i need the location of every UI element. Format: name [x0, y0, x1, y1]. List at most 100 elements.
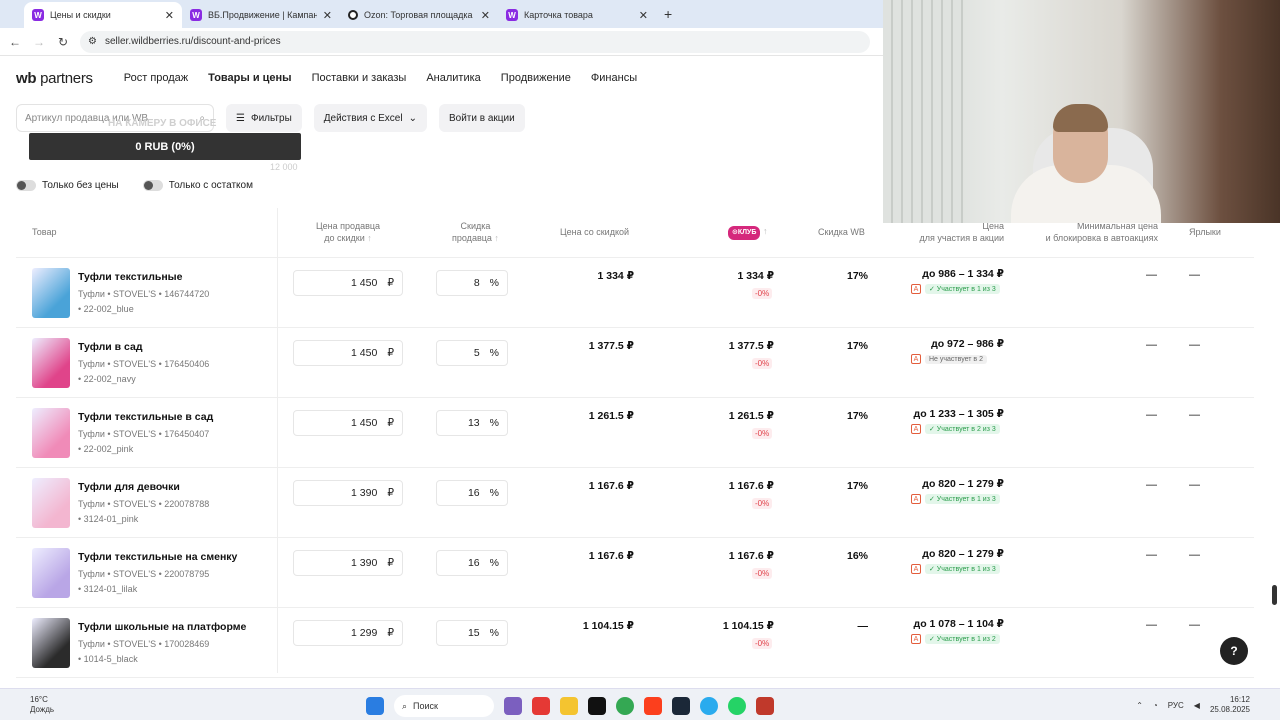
- browser-tab-prices[interactable]: W Цены и скидки ✕: [24, 2, 182, 28]
- nav-finance[interactable]: Финансы: [591, 72, 637, 84]
- min-price: —: [1146, 339, 1157, 351]
- seller-discount-input[interactable]: 8%: [436, 270, 508, 296]
- header-seller-price[interactable]: Цена продавца до скидки ↑: [316, 220, 380, 244]
- chevron-up-icon[interactable]: ⌃: [1136, 701, 1143, 710]
- join-promo-button[interactable]: Войти в акции: [438, 104, 525, 132]
- seller-price-input[interactable]: 1 299 ₽: [293, 620, 403, 646]
- product-image[interactable]: [32, 408, 70, 458]
- promo-price-range[interactable]: до 972 – 986 ₽: [876, 338, 1004, 350]
- windows-start-icon[interactable]: [366, 697, 384, 715]
- seller-discount-input[interactable]: 15%: [436, 620, 508, 646]
- promo-price-range[interactable]: до 986 – 1 334 ₽: [876, 268, 1004, 280]
- weather-widget[interactable]: 16°C Дождь: [30, 695, 54, 715]
- language-indicator[interactable]: РУС: [1168, 701, 1184, 710]
- whatsapp-icon[interactable]: [728, 697, 746, 715]
- close-icon[interactable]: ✕: [323, 9, 332, 22]
- nav-promotion[interactable]: Продвижение: [501, 72, 571, 84]
- taskbar-search[interactable]: ⌕ Поиск: [394, 695, 494, 717]
- toggle-no-price[interactable]: Только без цены: [16, 180, 119, 191]
- nav-products[interactable]: Товары и цены: [208, 72, 291, 84]
- seller-discount-input[interactable]: 5%: [436, 340, 508, 366]
- product-name[interactable]: Туфли школьные на платформе: [78, 621, 246, 633]
- seller-discount-input[interactable]: 16%: [436, 550, 508, 576]
- nav-analytics[interactable]: Аналитика: [426, 72, 480, 84]
- yandex-icon[interactable]: [532, 697, 550, 715]
- address-bar[interactable]: ⚙ seller.wildberries.ru/discount-and-pri…: [80, 30, 870, 53]
- wb-discount: 17%: [846, 340, 868, 352]
- promo-status[interactable]: A ✓ Участвует в 1 из 2: [911, 634, 1000, 644]
- product-image[interactable]: [32, 338, 70, 388]
- browser-tab-card[interactable]: W Карточка товара ✕: [498, 2, 656, 28]
- filters-button[interactable]: ☰ Фильтры: [226, 104, 302, 132]
- app-icon[interactable]: [756, 697, 774, 715]
- currency: ₽: [387, 417, 394, 429]
- chrome-icon[interactable]: [616, 697, 634, 715]
- nav-supplies[interactable]: Поставки и заказы: [312, 72, 407, 84]
- reload-icon[interactable]: ↻: [56, 35, 70, 49]
- product-name[interactable]: Туфли текстильные в сад: [78, 411, 213, 423]
- volume-icon[interactable]: ◀: [1194, 701, 1200, 710]
- wb-partners-logo[interactable]: wb partners: [16, 70, 93, 87]
- seller-price-input[interactable]: 1 390 ₽: [293, 550, 403, 576]
- yandex-browser-icon[interactable]: [644, 697, 662, 715]
- promo-price-range[interactable]: до 1 233 – 1 305 ₽: [876, 408, 1004, 420]
- scrollbar-thumb[interactable]: [1272, 585, 1277, 605]
- promo-status[interactable]: A ✓ Участвует в 1 из 3: [911, 494, 1000, 504]
- product-name[interactable]: Туфли текстильные: [78, 271, 183, 283]
- seller-discount-input[interactable]: 13%: [436, 410, 508, 436]
- help-button[interactable]: ?: [1220, 637, 1248, 665]
- wifi-icon[interactable]: ◔: [1153, 701, 1158, 710]
- wb-discount: 17%: [846, 410, 868, 422]
- toggle-in-stock[interactable]: Только с остатком: [142, 180, 253, 191]
- sort-arrow-icon[interactable]: ↑: [763, 226, 768, 236]
- product-image[interactable]: [32, 268, 70, 318]
- app-icon[interactable]: [588, 697, 606, 715]
- folder-icon[interactable]: [560, 697, 578, 715]
- steam-icon[interactable]: [672, 697, 690, 715]
- new-tab-button[interactable]: +: [656, 6, 680, 28]
- promo-price-range[interactable]: до 820 – 1 279 ₽: [876, 478, 1004, 490]
- seller-price-input[interactable]: 1 450 ₽: [293, 340, 403, 366]
- vertical-scrollbar[interactable]: [1268, 225, 1280, 685]
- product-name[interactable]: Туфли в сад: [78, 341, 143, 353]
- donation-progress-max: 12 000: [270, 162, 298, 172]
- seller-price-input[interactable]: 1 450 ₽: [293, 270, 403, 296]
- promo-status[interactable]: A ✓ Участвует в 2 из 3: [911, 424, 1000, 434]
- promo-price-range[interactable]: до 1 078 – 1 104 ₽: [876, 618, 1004, 630]
- close-icon[interactable]: ✕: [165, 9, 174, 22]
- seller-price-input[interactable]: 1 390 ₽: [293, 480, 403, 506]
- back-icon[interactable]: ←: [8, 35, 22, 49]
- wb-discount: 17%: [846, 270, 868, 282]
- sort-arrow-icon[interactable]: ↑: [367, 233, 372, 243]
- promo-status[interactable]: A ✓ Участвует в 1 из 3: [911, 564, 1000, 574]
- product-image[interactable]: [32, 478, 70, 528]
- discount-value: 8: [473, 277, 480, 289]
- product-image[interactable]: [32, 548, 70, 598]
- seller-discount-input[interactable]: 16%: [436, 480, 508, 506]
- close-icon[interactable]: ✕: [481, 9, 490, 22]
- seller-price-input[interactable]: 1 450 ₽: [293, 410, 403, 436]
- header-club[interactable]: ⊙ КЛУБ ↑: [728, 225, 767, 240]
- toggle-switch[interactable]: [142, 180, 163, 191]
- product-name[interactable]: Туфли для девочки: [78, 481, 180, 493]
- nav-growth[interactable]: Рост продаж: [124, 72, 188, 84]
- toggle-switch[interactable]: [16, 180, 36, 191]
- club-percent-badge: -0%: [752, 568, 773, 579]
- close-icon[interactable]: ✕: [639, 9, 648, 22]
- site-info-icon[interactable]: ⚙: [88, 36, 97, 47]
- browser-tab-promotion[interactable]: W ВБ.Продвижение | Кампании ✕: [182, 2, 340, 28]
- header-seller-discount[interactable]: Скидка продавца ↑: [452, 220, 499, 244]
- sort-arrow-icon[interactable]: ↑: [494, 233, 499, 243]
- product-image[interactable]: [32, 618, 70, 668]
- clock[interactable]: 16:12 25.08.2025: [1210, 695, 1250, 715]
- excel-actions-button[interactable]: Действия с Excel ⌄: [313, 104, 427, 132]
- promo-price-range[interactable]: до 820 – 1 279 ₽: [876, 548, 1004, 560]
- promo-status[interactable]: A Не участвует в 2: [911, 354, 987, 364]
- forward-icon[interactable]: →: [32, 35, 46, 49]
- product-name[interactable]: Туфли текстильные на сменку: [78, 551, 237, 563]
- teams-icon[interactable]: [504, 697, 522, 715]
- browser-tab-ozon[interactable]: Ozon: Торговая площадка ✕: [340, 2, 498, 28]
- club-price: 1 167.6 ₽: [728, 480, 774, 492]
- telegram-icon[interactable]: [700, 697, 718, 715]
- promo-status[interactable]: A ✓ Участвует в 1 из 3: [911, 284, 1000, 294]
